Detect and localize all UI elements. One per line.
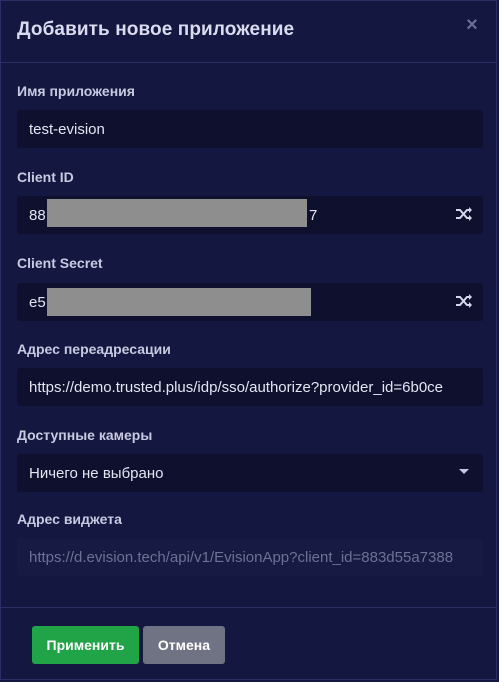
widget-url-input[interactable]: https://d.evision.tech/api/v1/EvisionApp… (17, 538, 483, 576)
cameras-select[interactable]: Ничего не выбрано (17, 454, 483, 492)
widget-url-value: https://d.evision.tech/api/v1/EvisionApp… (29, 548, 454, 566)
redirect-url-input[interactable]: https://demo.trusted.plus/idp/sso/author… (17, 368, 483, 406)
shuffle-icon[interactable] (455, 205, 473, 223)
widget-url-label: Адрес виджета (17, 511, 122, 527)
cameras-selected-value: Ничего не выбрано (29, 464, 164, 482)
cancel-button[interactable]: Отмена (143, 626, 225, 664)
dialog-title: Добавить новое приложение (17, 19, 295, 40)
client-secret-label: Client Secret (17, 255, 103, 271)
client-secret-value-start: e5 (29, 293, 46, 311)
app-name-label: Имя приложения (17, 83, 135, 99)
shuffle-icon[interactable] (455, 292, 473, 310)
client-secret-input[interactable]: e5 (17, 283, 483, 321)
chevron-down-icon (459, 469, 469, 474)
app-name-value: test-evision (29, 120, 105, 138)
client-id-value-end: 7 (309, 206, 318, 224)
add-application-dialog: Добавить новое приложение × Имя приложен… (0, 0, 497, 680)
app-name-input[interactable]: test-evision (17, 110, 483, 148)
client-id-redaction (47, 199, 307, 227)
close-icon[interactable]: × (462, 15, 482, 35)
redirect-url-value: https://demo.trusted.plus/idp/sso/author… (29, 378, 444, 396)
dialog-header: Добавить новое приложение × (1, 1, 496, 63)
cameras-label: Доступные камеры (17, 427, 153, 443)
client-secret-redaction (47, 288, 311, 316)
client-id-label: Client ID (17, 169, 74, 185)
client-id-value-start: 88 (29, 206, 46, 224)
client-id-input[interactable]: 88 7 (17, 196, 483, 234)
dialog-footer: Применить Отмена (1, 607, 496, 681)
apply-button[interactable]: Применить (32, 626, 139, 664)
redirect-url-label: Адрес переадресации (17, 341, 171, 357)
